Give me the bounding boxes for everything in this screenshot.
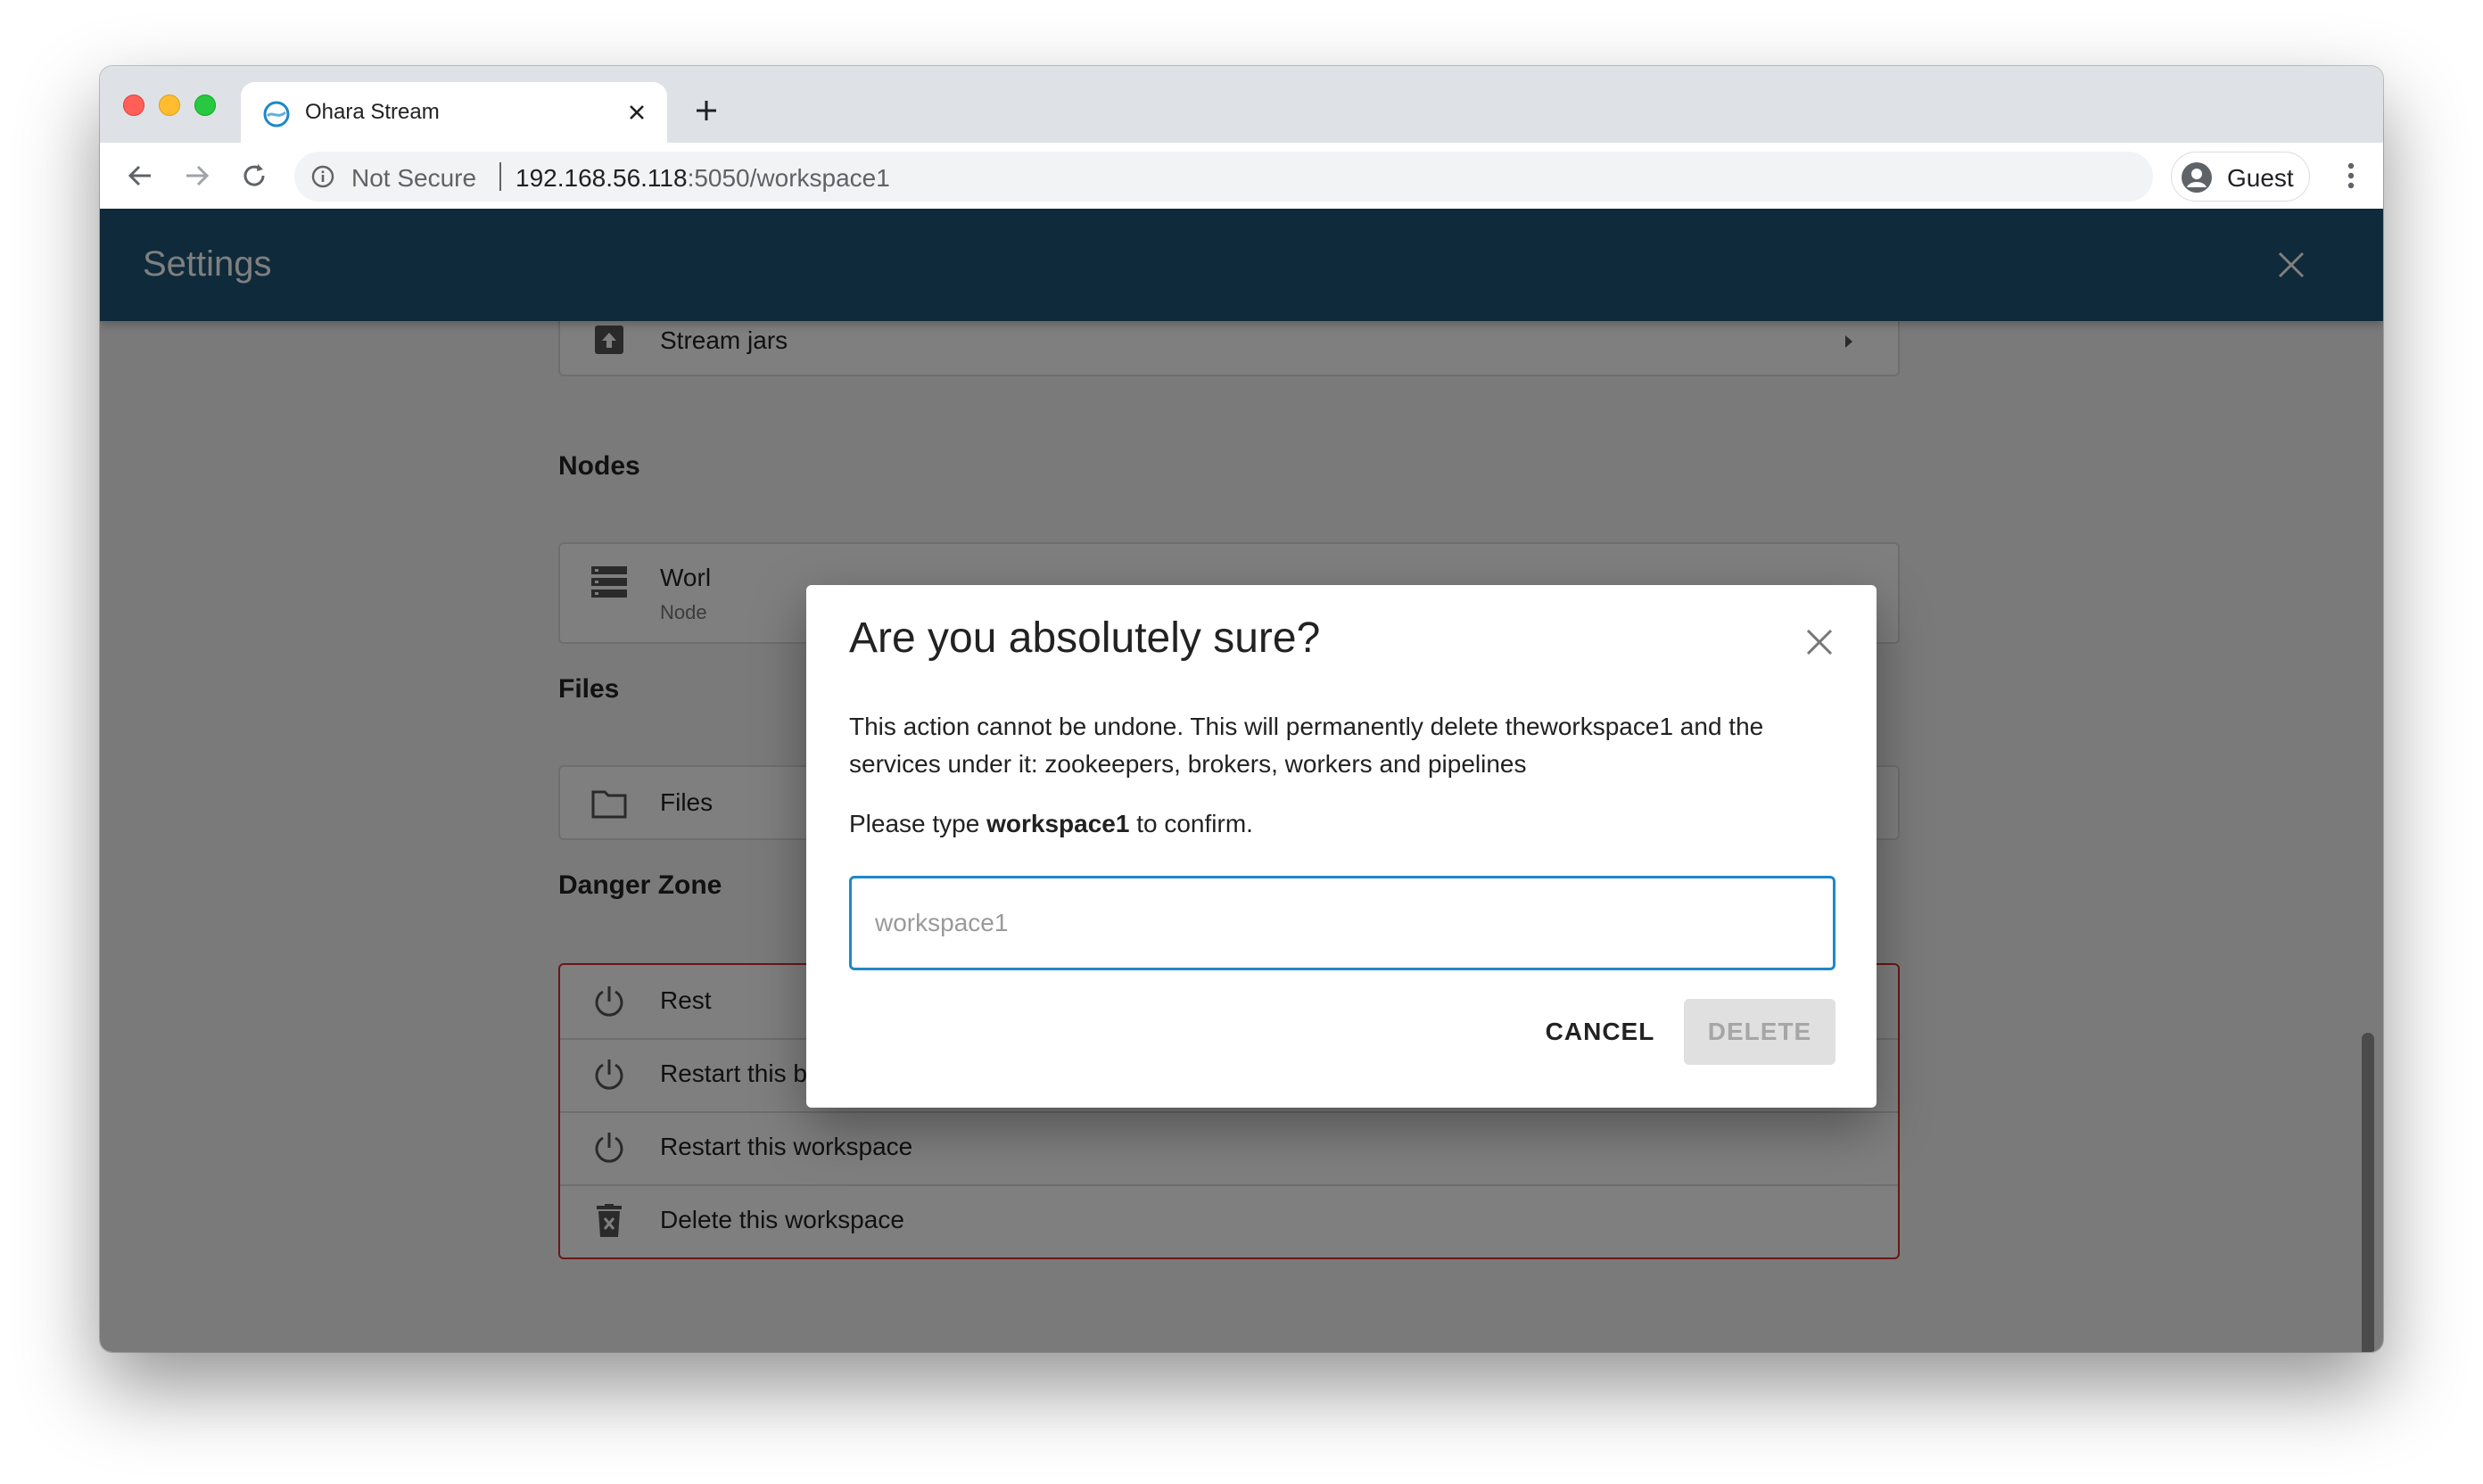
window-minimize-button[interactable] <box>159 95 180 116</box>
dialog-confirm-text: Please type workspace1 to confirm. <box>849 810 1253 838</box>
back-arrow-icon[interactable] <box>121 157 159 194</box>
cancel-button[interactable]: CANCEL <box>1538 999 1662 1065</box>
forward-arrow-icon[interactable] <box>178 157 216 194</box>
ohara-favicon-icon <box>263 101 290 128</box>
browser-tab[interactable]: Ohara Stream <box>241 82 667 143</box>
workspace-name-input[interactable] <box>849 876 1835 970</box>
close-icon[interactable] <box>1802 624 1837 660</box>
guest-avatar-icon <box>2182 162 2212 193</box>
dialog-title: Are you absolutely sure? <box>849 614 1321 662</box>
confirm-suffix: to confirm. <box>1129 810 1253 837</box>
window-close-button[interactable] <box>123 95 144 116</box>
new-tab-plus-icon[interactable] <box>689 93 724 128</box>
confirm-delete-dialog: Are you absolutely sure? This action can… <box>806 585 1877 1108</box>
delete-button[interactable]: DELETE <box>1684 999 1835 1065</box>
profile-button[interactable]: Guest <box>2171 152 2310 202</box>
url-text[interactable]: 192.168.56.118:5050/workspace1 <box>516 164 890 193</box>
tab-strip: Ohara Stream <box>100 66 2383 143</box>
address-bar[interactable]: Not Secure 192.168.56.118:5050/workspace… <box>294 152 2153 202</box>
window-zoom-button[interactable] <box>194 95 216 116</box>
confirm-prefix: Please type <box>849 810 987 837</box>
confirm-workspace-name: workspace1 <box>986 810 1130 837</box>
scrollbar-thumb[interactable] <box>2362 1033 2374 1352</box>
url-separator <box>499 162 501 191</box>
kebab-menu-icon[interactable] <box>2333 157 2369 194</box>
browser-window: Ohara Stream Not Secure 192.168.56.118:5… <box>100 66 2383 1352</box>
dialog-body: This action cannot be undone. This will … <box>849 713 1764 778</box>
info-icon[interactable] <box>310 164 335 189</box>
reload-icon[interactable] <box>235 157 273 194</box>
tab-close-icon[interactable] <box>621 96 653 128</box>
url-path: :5050/workspace1 <box>687 164 890 192</box>
not-secure-label[interactable]: Not Secure <box>351 164 476 193</box>
tab-title: Ohara Stream <box>305 100 440 124</box>
browser-toolbar: Not Secure 192.168.56.118:5050/workspace… <box>100 143 2383 210</box>
profile-name: Guest <box>2227 164 2294 192</box>
url-host: 192.168.56.118 <box>516 164 688 192</box>
